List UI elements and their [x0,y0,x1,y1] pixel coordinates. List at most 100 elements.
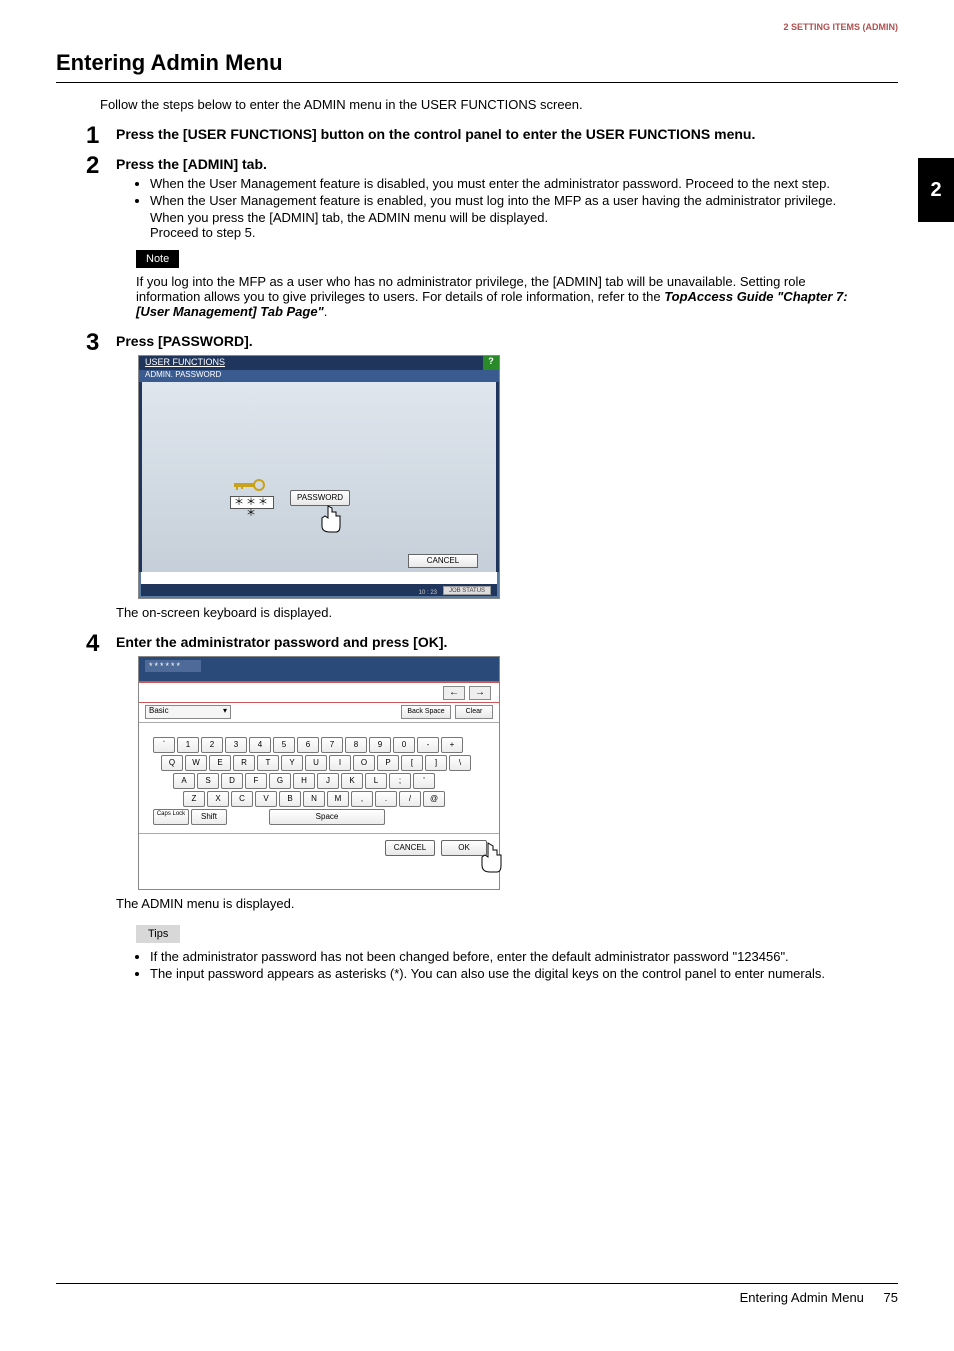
step-after-text: The on-screen keyboard is displayed. [116,605,898,620]
key[interactable]: D [221,773,243,789]
key[interactable]: V [255,791,277,807]
key[interactable]: ; [389,773,411,789]
key[interactable]: M [327,791,349,807]
key[interactable]: Z [183,791,205,807]
key[interactable]: 9 [369,737,391,753]
key[interactable]: 1 [177,737,199,753]
key[interactable]: 6 [297,737,319,753]
key[interactable]: I [329,755,351,771]
key[interactable]: U [305,755,327,771]
key[interactable]: B [279,791,301,807]
step-4: 4 Enter the administrator password and p… [116,634,898,981]
key[interactable]: S [197,773,219,789]
bullet: When the User Management feature is disa… [150,176,898,191]
key[interactable]: W [185,755,207,771]
step-title: Press the [ADMIN] tab. [116,156,898,172]
key[interactable]: F [245,773,267,789]
cancel-button[interactable]: CANCEL [408,554,478,568]
mode-select[interactable]: Basic [145,705,231,719]
key[interactable]: X [207,791,229,807]
chapter-tab: 2 [918,158,954,222]
step-number: 1 [86,122,99,150]
nav-strip: ← → [139,681,499,703]
space-key[interactable]: Space [269,809,385,825]
key[interactable]: L [365,773,387,789]
key[interactable]: . [375,791,397,807]
key[interactable]: @ [423,791,445,807]
page-footer: Entering Admin Menu 75 [56,1283,898,1305]
arrow-left-button[interactable]: ← [443,686,465,700]
password-screen: USER FUNCTIONS ? ADMIN. PASSWORD ＊＊＊＊ PA… [138,355,500,599]
key[interactable]: G [269,773,291,789]
keyboard-area: `1234567890-+ QWERTYUIOP[]\ ASDFGHJKL;' … [139,723,499,833]
key[interactable]: - [417,737,439,753]
key[interactable]: O [353,755,375,771]
key[interactable]: , [351,791,373,807]
key[interactable]: 3 [225,737,247,753]
keyboard-footer: CANCEL OK [139,833,499,865]
job-status-button[interactable]: JOB STATUS [443,586,491,595]
time-label: 10 : 23 [419,590,437,596]
key[interactable]: Y [281,755,303,771]
step-number: 2 [86,152,99,180]
page-title: Entering Admin Menu [56,50,898,83]
step-title: Enter the administrator password and pre… [116,634,898,650]
key[interactable]: \ [449,755,471,771]
note-body: If you log into the MFP as a user who ha… [136,274,868,319]
key[interactable]: C [231,791,253,807]
key[interactable]: A [173,773,195,789]
keyboard-screen: ****** ← → Basic Back Space Clear `12345… [138,656,500,890]
key[interactable]: ' [413,773,435,789]
key[interactable]: P [377,755,399,771]
key[interactable]: 7 [321,737,343,753]
key[interactable]: 5 [273,737,295,753]
key[interactable]: K [341,773,363,789]
clear-button[interactable]: Clear [455,705,493,719]
key[interactable]: / [399,791,421,807]
tips-badge: Tips [136,925,180,943]
key[interactable]: N [303,791,325,807]
tip-bullet: If the administrator password has not be… [150,949,898,964]
step-2: 2 Press the [ADMIN] tab. When the User M… [116,156,898,319]
note-tail: . [324,304,328,319]
page-number: 75 [884,1290,898,1305]
key[interactable]: 0 [393,737,415,753]
key[interactable]: J [317,773,339,789]
key[interactable]: H [293,773,315,789]
key[interactable]: T [257,755,279,771]
step-title: Press [PASSWORD]. [116,333,898,349]
cancel-button[interactable]: CANCEL [385,840,435,856]
note-badge: Note [136,250,179,268]
entry-bar: ****** [139,657,499,681]
pointer-hand-icon [316,504,344,534]
shift-key[interactable]: Shift [191,809,227,825]
tip-bullet: The input password appears as asterisks … [150,966,898,981]
pointer-hand-icon [475,841,505,875]
sub-line: Proceed to step 5. [150,225,898,240]
key[interactable]: E [209,755,231,771]
title-text: USER FUNCTIONS [145,357,225,367]
backspace-button[interactable]: Back Space [401,705,451,719]
key[interactable]: 8 [345,737,367,753]
key[interactable]: R [233,755,255,771]
key[interactable]: 4 [249,737,271,753]
key[interactable]: ` [153,737,175,753]
arrow-right-button[interactable]: → [469,686,491,700]
help-icon[interactable]: ? [483,356,499,370]
status-bar: 10 : 23 JOB STATUS [141,584,497,596]
keyboard-toolbar: Basic Back Space Clear [139,703,499,723]
step-number: 4 [86,630,99,658]
key[interactable]: Q [161,755,183,771]
capslock-key[interactable]: Caps Lock [153,809,189,825]
password-field[interactable]: ＊＊＊＊ [230,496,274,509]
key[interactable]: ] [425,755,447,771]
sub-line: When you press the [ADMIN] tab, the ADMI… [150,210,898,225]
footer-label: Entering Admin Menu [740,1290,864,1305]
key[interactable]: 2 [201,737,223,753]
key[interactable]: + [441,737,463,753]
subtitle: ADMIN. PASSWORD [139,370,499,382]
step-after-text: The ADMIN menu is displayed. [116,896,898,911]
key[interactable]: [ [401,755,423,771]
key-icon [232,477,266,493]
entry-field[interactable]: ****** [145,660,201,672]
